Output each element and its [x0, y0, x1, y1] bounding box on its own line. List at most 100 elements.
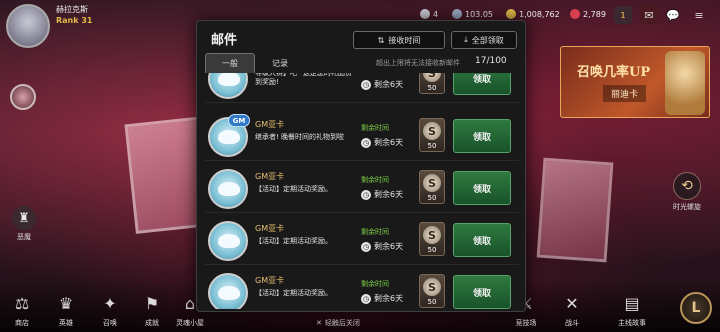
- mail-row: GM亚卡 【活动】定期活动奖励。 剩余时间 ◷ 剩余6天 S 50 领取: [205, 165, 519, 213]
- sender-name: GM亚卡: [255, 276, 285, 285]
- sender-name: GM亚卡: [255, 224, 285, 233]
- mail-row: GM亚卡 【活动】定期活动奖励。 剩余时间 ◷ 剩余6天 S 50 领取: [205, 269, 519, 309]
- mail-tabs: 一般 记录: [205, 53, 305, 73]
- clock-icon: ◷: [361, 189, 371, 200]
- side-button-demon[interactable]: ♜ 恶魔: [12, 206, 36, 242]
- remaining-value: 剩余6天: [374, 190, 404, 199]
- clock-icon: ◷: [361, 241, 371, 252]
- shop-icon: ⚖: [14, 293, 30, 313]
- time-spiral-icon: ⟲: [673, 172, 701, 200]
- tab-general[interactable]: 一般: [205, 53, 255, 73]
- mail-body: 继承者! 晚餐时间的礼物到啦: [255, 133, 345, 141]
- remaining-value: 剩余6天: [374, 294, 404, 303]
- currency-value: 4: [433, 9, 439, 19]
- nav-shop[interactable]: ⚖ 商店: [4, 290, 40, 328]
- currency-tickets[interactable]: 103.05: [452, 9, 493, 19]
- mail-dialog: 邮件 ⇅ 接收时间 ⤓ 全部领取 一般 记录 超出上限将无法接收新邮件 17/1…: [196, 20, 526, 312]
- sender-name: GM亚卡: [255, 172, 285, 181]
- remaining-time: ◷ 剩余6天: [361, 79, 403, 90]
- companion-avatar[interactable]: [10, 84, 36, 110]
- currency-value: 103.05: [465, 9, 493, 19]
- reward-item: S 50: [419, 118, 445, 152]
- notice-badge: 1: [620, 10, 626, 20]
- gold-coin-icon: [506, 9, 516, 19]
- remaining-time: ◷ 剩余6天: [361, 241, 403, 252]
- remaining-label: 剩余时间: [361, 228, 389, 236]
- mail-body: 【活动】定期活动奖励。: [255, 185, 332, 193]
- mail-limit-notice: 超出上限将无法接收新邮件: [376, 59, 460, 67]
- mail-glyph: ✉: [644, 8, 654, 22]
- nav-summon[interactable]: ✦ 召唤: [92, 290, 128, 328]
- stamina-icon: [420, 9, 430, 19]
- reward-qty: 50: [427, 84, 437, 92]
- nav-label: 成就: [145, 319, 159, 327]
- side-label: 时光螺旋: [673, 203, 701, 211]
- reward-qty: 50: [427, 142, 437, 150]
- adventure-button[interactable]: L: [680, 292, 712, 324]
- tap-close-label: 轻触后关闭: [324, 319, 360, 327]
- mail-row: GM亚卡 【活动】定期活动奖励。 剩余时间 ◷ 剩余6天 S 50 领取: [205, 217, 519, 265]
- currency-value: 1,008,762: [519, 9, 560, 19]
- adventure-glyph: L: [691, 300, 701, 316]
- gem-icon: [570, 9, 580, 19]
- currency-gems[interactable]: 2,789: [570, 9, 606, 19]
- sort-label: 接收时间: [388, 35, 421, 45]
- menu-icon[interactable]: ≡: [690, 6, 708, 24]
- nav-label: 主线故事: [618, 319, 646, 327]
- background-frame-right: [536, 157, 614, 263]
- side-button-time-spiral[interactable]: ⟲ 时光螺旋: [673, 172, 701, 212]
- sender-avatar: [208, 273, 248, 309]
- reward-item-icon: S: [423, 174, 441, 192]
- promo-subtitle: 丽迪卡: [603, 85, 647, 102]
- remaining-value: 剩余6天: [374, 80, 404, 89]
- reward-qty: 50: [427, 298, 437, 306]
- currency-stamina[interactable]: 4: [420, 9, 438, 19]
- nav-label: 竞技场: [515, 319, 537, 327]
- reward-qty: 50: [427, 194, 437, 202]
- mail-icon[interactable]: ✉: [640, 6, 658, 24]
- claim-button[interactable]: 领取: [453, 223, 511, 257]
- mail-title: 邮件: [211, 33, 238, 48]
- claim-button[interactable]: 领取: [453, 119, 511, 153]
- clock-icon: ◷: [361, 137, 371, 148]
- claim-all-label: 全部领取: [471, 35, 504, 45]
- remaining-time: ◷ 剩余6天: [361, 137, 403, 148]
- notice-icon[interactable]: 1: [614, 6, 632, 24]
- claim-all-button[interactable]: ⤓ 全部领取: [451, 31, 517, 49]
- mail-row: GM GM亚卡 继承者! 晚餐时间的礼物到啦 剩余时间 ◷ 剩余6天 S 50 …: [205, 113, 519, 161]
- nav-achievements[interactable]: ⚑ 成就: [134, 290, 170, 328]
- reward-item-icon: S: [423, 226, 441, 244]
- claim-button[interactable]: 领取: [453, 275, 511, 309]
- claim-button[interactable]: 领取: [453, 171, 511, 205]
- sort-icon: ⇅: [377, 35, 385, 45]
- claim-button[interactable]: 领取: [453, 73, 511, 95]
- nav-label: 灵魂小屋: [176, 319, 204, 327]
- nav-main-story[interactable]: ▤ 主线故事: [614, 290, 650, 328]
- player-name: 赫拉克斯: [56, 5, 88, 14]
- download-icon: ⤓: [464, 35, 468, 44]
- mail-body: 等级大赛】吧~这是您的礼品赞到奖励!: [255, 73, 352, 86]
- clock-icon: ◷: [361, 293, 371, 304]
- reward-item-icon: S: [423, 73, 441, 82]
- achievement-icon: ⚑: [144, 293, 160, 313]
- ticket-icon: [452, 9, 462, 19]
- player-rank: Rank 31: [56, 16, 93, 25]
- sender-avatar: [208, 221, 248, 261]
- remaining-value: 剩余6天: [374, 242, 404, 251]
- reward-item-icon: S: [423, 122, 441, 140]
- nav-battle[interactable]: ✕ 战斗: [554, 290, 590, 328]
- tab-records[interactable]: 记录: [255, 53, 305, 73]
- player-avatar[interactable]: [6, 4, 50, 48]
- nav-heroes[interactable]: ♛ 英雄: [48, 290, 84, 328]
- currency-gold[interactable]: 1,008,762: [506, 9, 560, 19]
- remaining-time: ◷ 剩余6天: [361, 189, 403, 200]
- tap-to-close-hint[interactable]: ✕ 轻触后关闭: [316, 318, 360, 328]
- clock-icon: ◷: [361, 79, 371, 90]
- sort-by-time-button[interactable]: ⇅ 接收时间: [353, 31, 445, 49]
- remaining-value: 剩余6天: [374, 138, 404, 147]
- mail-list[interactable]: 等级大赛】吧~这是您的礼品赞到奖励! ◷ 剩余6天 S 50 领取 GM GM亚…: [205, 73, 519, 309]
- chat-icon[interactable]: 💬: [664, 6, 682, 24]
- reward-item: S 50: [419, 73, 445, 94]
- summon-rate-up-banner[interactable]: 召唤几率UP 丽迪卡: [560, 46, 710, 118]
- summon-icon: ✦: [103, 293, 117, 313]
